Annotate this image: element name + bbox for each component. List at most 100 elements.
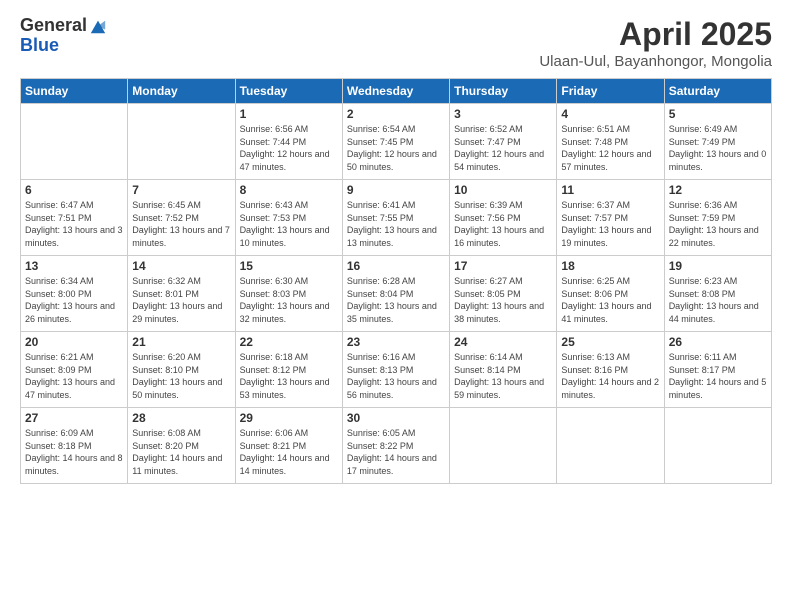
calendar-week-2: 6 Sunrise: 6:47 AMSunset: 7:51 PMDaylight… [21,180,772,256]
day-info: Sunrise: 6:30 AMSunset: 8:03 PMDaylight:… [240,275,338,325]
logo: General Blue [20,16,107,56]
calendar-cell: 2 Sunrise: 6:54 AMSunset: 7:45 PMDaylight… [342,104,449,180]
calendar-cell: 15 Sunrise: 6:30 AMSunset: 8:03 PMDayligh… [235,256,342,332]
calendar-week-4: 20 Sunrise: 6:21 AMSunset: 8:09 PMDayligh… [21,332,772,408]
day-number: 8 [240,183,338,197]
day-info: Sunrise: 6:11 AMSunset: 8:17 PMDaylight:… [669,351,767,401]
day-info: Sunrise: 6:16 AMSunset: 8:13 PMDaylight:… [347,351,445,401]
day-info: Sunrise: 6:47 AMSunset: 7:51 PMDaylight:… [25,199,123,249]
calendar-cell: 4Sunrise: 6:51 AMSunset: 7:48 PMDaylight… [557,104,664,180]
calendar-cell: 29 Sunrise: 6:06 AMSunset: 8:21 PMDayligh… [235,408,342,484]
day-number: 5 [669,107,767,121]
day-number: 15 [240,259,338,273]
day-info: Sunrise: 6:13 AMSunset: 8:16 PMDaylight:… [561,351,659,401]
calendar-table: Sunday Monday Tuesday Wednesday Thursday… [20,78,772,484]
calendar-cell: 21 Sunrise: 6:20 AMSunset: 8:10 PMDayligh… [128,332,235,408]
day-number: 7 [132,183,230,197]
calendar-week-5: 27 Sunrise: 6:09 AMSunset: 8:18 PMDayligh… [21,408,772,484]
day-info: Sunrise: 6:27 AMSunset: 8:05 PMDaylight:… [454,275,552,325]
day-info: Sunrise: 6:09 AMSunset: 8:18 PMDaylight:… [25,427,123,477]
day-number: 27 [25,411,123,425]
day-info: Sunrise: 6:36 AMSunset: 7:59 PMDaylight:… [669,199,767,249]
calendar-cell: 27 Sunrise: 6:09 AMSunset: 8:18 PMDayligh… [21,408,128,484]
day-number: 6 [25,183,123,197]
day-number: 20 [25,335,123,349]
calendar-cell [664,408,771,484]
day-number: 13 [25,259,123,273]
calendar-cell: 13 Sunrise: 6:34 AMSunset: 8:00 PMDayligh… [21,256,128,332]
col-thursday: Thursday [450,79,557,104]
calendar-cell: 14Sunrise: 6:32 AMSunset: 8:01 PMDayligh… [128,256,235,332]
calendar-cell: 11 Sunrise: 6:37 AMSunset: 7:57 PMDayligh… [557,180,664,256]
calendar-cell [557,408,664,484]
calendar-cell: 19Sunrise: 6:23 AMSunset: 8:08 PMDayligh… [664,256,771,332]
calendar-cell: 16Sunrise: 6:28 AMSunset: 8:04 PMDayligh… [342,256,449,332]
day-number: 23 [347,335,445,349]
calendar-cell: 12 Sunrise: 6:36 AMSunset: 7:59 PMDayligh… [664,180,771,256]
day-number: 21 [132,335,230,349]
day-info: Sunrise: 6:39 AMSunset: 7:56 PMDaylight:… [454,199,552,249]
col-friday: Friday [557,79,664,104]
day-number: 12 [669,183,767,197]
day-info: Sunrise: 6:06 AMSunset: 8:21 PMDaylight:… [240,427,338,477]
day-info: Sunrise: 6:32 AMSunset: 8:01 PMDaylight:… [132,275,230,325]
calendar-cell: 22 Sunrise: 6:18 AMSunset: 8:12 PMDayligh… [235,332,342,408]
day-number: 11 [561,183,659,197]
day-info: Sunrise: 6:52 AMSunset: 7:47 PMDaylight:… [454,123,552,173]
day-info: Sunrise: 6:25 AMSunset: 8:06 PMDaylight:… [561,275,659,325]
day-info: Sunrise: 6:28 AMSunset: 8:04 PMDaylight:… [347,275,445,325]
day-number: 29 [240,411,338,425]
calendar-cell: 5 Sunrise: 6:49 AMSunset: 7:49 PMDaylight… [664,104,771,180]
col-saturday: Saturday [664,79,771,104]
day-info: Sunrise: 6:45 AMSunset: 7:52 PMDaylight:… [132,199,230,249]
day-number: 2 [347,107,445,121]
day-info: Sunrise: 6:18 AMSunset: 8:12 PMDaylight:… [240,351,338,401]
day-info: Sunrise: 6:41 AMSunset: 7:55 PMDaylight:… [347,199,445,249]
col-tuesday: Tuesday [235,79,342,104]
day-info: Sunrise: 6:49 AMSunset: 7:49 PMDaylight:… [669,123,767,173]
calendar-cell: 8 Sunrise: 6:43 AMSunset: 7:53 PMDaylight… [235,180,342,256]
calendar-cell: 20 Sunrise: 6:21 AMSunset: 8:09 PMDayligh… [21,332,128,408]
calendar-cell [450,408,557,484]
day-number: 9 [347,183,445,197]
calendar-subtitle: Ulaan-Uul, Bayanhongor, Mongolia [539,53,772,70]
day-info: Sunrise: 6:43 AMSunset: 7:53 PMDaylight:… [240,199,338,249]
logo-blue: Blue [20,36,59,56]
header: General Blue April 2025 Ulaan-Uul, Bayan… [20,16,772,70]
calendar-cell: 30Sunrise: 6:05 AMSunset: 8:22 PMDayligh… [342,408,449,484]
calendar-cell: 25 Sunrise: 6:13 AMSunset: 8:16 PMDayligh… [557,332,664,408]
calendar-cell: 7 Sunrise: 6:45 AMSunset: 7:52 PMDaylight… [128,180,235,256]
day-number: 24 [454,335,552,349]
calendar-week-3: 13 Sunrise: 6:34 AMSunset: 8:00 PMDayligh… [21,256,772,332]
calendar-cell: 17Sunrise: 6:27 AMSunset: 8:05 PMDayligh… [450,256,557,332]
calendar-title: April 2025 [539,16,772,53]
calendar-cell: 28Sunrise: 6:08 AMSunset: 8:20 PMDayligh… [128,408,235,484]
calendar-cell: 9 Sunrise: 6:41 AMSunset: 7:55 PMDaylight… [342,180,449,256]
calendar-week-1: 1Sunrise: 6:56 AMSunset: 7:44 PMDaylight… [21,104,772,180]
day-number: 30 [347,411,445,425]
day-number: 25 [561,335,659,349]
header-row: Sunday Monday Tuesday Wednesday Thursday… [21,79,772,104]
calendar-cell: 26 Sunrise: 6:11 AMSunset: 8:17 PMDayligh… [664,332,771,408]
col-sunday: Sunday [21,79,128,104]
calendar-cell: 6 Sunrise: 6:47 AMSunset: 7:51 PMDaylight… [21,180,128,256]
col-monday: Monday [128,79,235,104]
day-info: Sunrise: 6:20 AMSunset: 8:10 PMDaylight:… [132,351,230,401]
day-number: 22 [240,335,338,349]
day-number: 26 [669,335,767,349]
logo-icon [89,17,107,35]
col-wednesday: Wednesday [342,79,449,104]
day-info: Sunrise: 6:54 AMSunset: 7:45 PMDaylight:… [347,123,445,173]
day-info: Sunrise: 6:37 AMSunset: 7:57 PMDaylight:… [561,199,659,249]
day-number: 3 [454,107,552,121]
page: General Blue April 2025 Ulaan-Uul, Bayan… [0,0,792,612]
calendar-cell: 1Sunrise: 6:56 AMSunset: 7:44 PMDaylight… [235,104,342,180]
day-info: Sunrise: 6:34 AMSunset: 8:00 PMDaylight:… [25,275,123,325]
day-number: 4 [561,107,659,121]
day-number: 28 [132,411,230,425]
calendar-cell [21,104,128,180]
day-number: 18 [561,259,659,273]
day-info: Sunrise: 6:21 AMSunset: 8:09 PMDaylight:… [25,351,123,401]
calendar-cell: 10Sunrise: 6:39 AMSunset: 7:56 PMDayligh… [450,180,557,256]
day-number: 1 [240,107,338,121]
